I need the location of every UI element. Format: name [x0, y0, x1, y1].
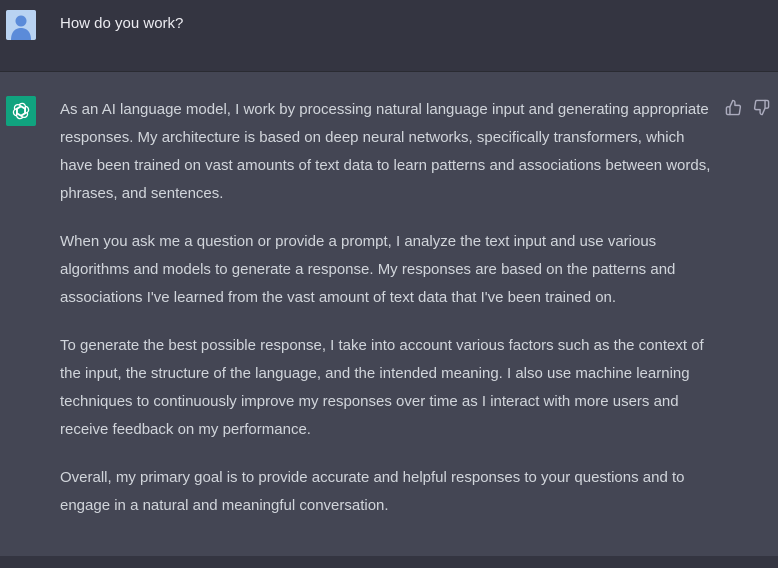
- user-avatar-icon: [6, 10, 36, 40]
- assistant-paragraph: As an AI language model, I work by proce…: [60, 101, 711, 202]
- assistant-paragraph: Overall, my primary goal is to provide a…: [60, 469, 685, 514]
- thumbs-up-icon: [725, 99, 741, 115]
- user-message-row: How do you work?: [0, 0, 778, 72]
- thumbs-down-button[interactable]: [752, 98, 770, 116]
- assistant-paragraph: When you ask me a question or provide a …: [60, 233, 676, 306]
- thumbs-down-icon: [753, 99, 769, 115]
- thumbs-up-button[interactable]: [724, 98, 742, 116]
- bottom-divider: [0, 556, 778, 568]
- feedback-buttons: [724, 98, 770, 116]
- assistant-paragraph: To generate the best possible response, …: [60, 337, 704, 438]
- openai-logo-icon: [6, 96, 36, 126]
- user-message-text: How do you work?: [60, 15, 184, 32]
- assistant-message-text: As an AI language model, I work by proce…: [60, 96, 716, 540]
- assistant-message-row: As an AI language model, I work by proce…: [0, 72, 778, 556]
